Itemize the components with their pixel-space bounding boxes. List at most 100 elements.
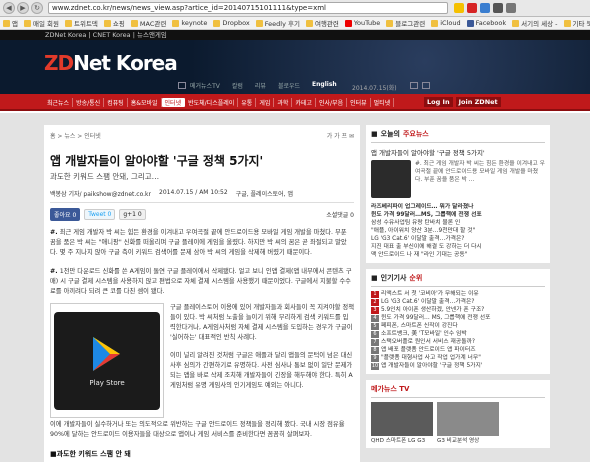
article-paragraph: 이미 널리 알려진 것처럼 구글은 애플과 달리 앱들의 문턱이 넘은 대신 사…: [170, 352, 353, 389]
tv-icon: [178, 82, 186, 89]
highlight-thumbnail[interactable]: [371, 160, 411, 198]
sidebar: ■ 오늘의 주요뉴스 앱 개발자들이 알아야할 '구글 정책 5가지' #. 최근 …: [366, 125, 550, 462]
bookmark-icon: [563, 19, 571, 27]
popular-item[interactable]: 10 앱 개발자들이 알아야할 '구글 정책 5가지': [371, 362, 545, 370]
bookmark-icon: [305, 19, 313, 27]
news-link[interactable]: 라즈베리파이 업그레이드… 뭐가 달라졌나: [371, 203, 545, 211]
nav-item[interactable]: 인사/부음: [316, 98, 348, 107]
news-link[interactable]: 윈도 가격 99달러…MS, 그룹핵에 전쟁 선포: [371, 211, 545, 219]
reload-icon[interactable]: ↻: [31, 2, 43, 14]
popular-item[interactable]: 2 LG 'G3 Cat.6' 이달말 출격…가격은?: [371, 298, 545, 306]
menu-icon[interactable]: [506, 3, 516, 13]
bookmark-item[interactable]: Feedly 후기: [255, 18, 300, 28]
search-icon[interactable]: [410, 82, 418, 89]
clock-icon: ■: [371, 130, 378, 138]
menu-item[interactable]: 리뷰: [255, 81, 266, 90]
clock-icon: ■: [371, 274, 378, 282]
bookmark-item[interactable]: YouTube: [344, 19, 380, 27]
facebook-like-button[interactable]: 좋아요 0: [50, 207, 81, 221]
menu-item-english[interactable]: English: [312, 81, 337, 90]
browser-address-bar: ◀ ▶ ↻ www.zdnet.co.kr/news/news_view.asp…: [0, 0, 590, 17]
bookmark-item[interactable]: 블로그관련: [386, 18, 425, 28]
article-title: 앱 개발자들이 알아야할 '구글 정책 5가지': [50, 154, 264, 168]
highlight-desc: #. 최근 게임 개발자 박 씨는 힘든 환경을 이겨내고 우여곡절 끝에 안드…: [415, 161, 545, 183]
menu-item[interactable]: 칼럼: [232, 81, 243, 90]
rss-icon[interactable]: [422, 82, 430, 89]
nav-item[interactable]: 카테고: [292, 98, 316, 107]
tags[interactable]: 구글, 플레이스토어, 앱: [236, 189, 293, 198]
video-caption[interactable]: QHD 스마트폰 LG G3: [371, 436, 433, 444]
login-button[interactable]: Log In: [424, 97, 453, 107]
section-heading: ■과도한 키워드 스팸 안 돼: [50, 450, 131, 458]
nav-item[interactable]: 방송/통신: [73, 98, 105, 107]
extension-icon[interactable]: [493, 3, 503, 13]
popular-item[interactable]: 6 소프트뱅크, 美 'T모바일' 인수 임박: [371, 330, 545, 338]
author[interactable]: 백봉삼 기자/ paikshow@zdnet.co.kr: [50, 189, 151, 198]
bookmark-item[interactable]: 여행관련: [305, 18, 339, 28]
join-button[interactable]: Join ZDNet: [455, 97, 501, 107]
popular-item[interactable]: 1 리액스트 서 첫 '코비아'가 무해되는 이유: [371, 290, 545, 298]
nav-item[interactable]: 멀티넷: [371, 98, 395, 107]
news-link[interactable]: 지진 대표 출 부신이에 해결 도 강하는 더 다시: [371, 243, 545, 251]
popular-item[interactable]: 5 페피폰, 스마트폰 신작이 강진다: [371, 322, 545, 330]
back-icon[interactable]: ◀: [3, 2, 15, 14]
nav-item[interactable]: 홈&모바일: [128, 98, 162, 107]
nav-item[interactable]: 반도체/디스플레이: [185, 98, 239, 107]
content-area: 홈 > 뉴스 > 인터넷 가 가 프 ✉ 앱 개발자들이 알아야할 '구글 정책…: [0, 113, 590, 462]
bookmark-item[interactable]: keynote: [172, 19, 207, 27]
bookmark-item[interactable]: 앱: [3, 18, 18, 28]
nav-item[interactable]: 인터뷰: [347, 98, 371, 107]
video-thumbnail[interactable]: [371, 402, 433, 436]
bookmark-item[interactable]: 기타 북마크: [563, 18, 590, 28]
bookmark-item[interactable]: MAC관련: [130, 18, 166, 28]
popular-item[interactable]: 4 윈도 가격 99달러… MS, 그룹핵에 전쟁 선포: [371, 314, 545, 322]
bookmark-icon: [3, 19, 10, 27]
forward-icon[interactable]: ▶: [17, 2, 29, 14]
article-tools[interactable]: 가 가 프 ✉: [327, 131, 354, 140]
highlight-title[interactable]: 앱 개발자들이 알아야할 '구글 정책 5가지': [371, 147, 545, 157]
bookmark-item[interactable]: Facebook: [466, 19, 506, 27]
bookmark-item[interactable]: 쇼핑: [103, 18, 125, 28]
bookmark-item[interactable]: 트위트덱: [64, 18, 98, 28]
publish-date: 2014.07.15 / AM 10:52: [159, 189, 228, 196]
nav-item[interactable]: 유통: [238, 98, 257, 107]
extension-icon[interactable]: [467, 3, 477, 13]
popular-item[interactable]: 9 "플랫폼 대형사업 사고 작업 업가계 너무": [371, 354, 545, 362]
video-thumbnail[interactable]: [437, 402, 499, 436]
bookmark-item[interactable]: 서기의 세상 -: [512, 18, 558, 28]
popular-item[interactable]: 7 스택오버플로 원인서 서비스 재공돌까?: [371, 338, 545, 346]
extension-icon[interactable]: [454, 3, 464, 13]
video-caption[interactable]: G3 비교분석 영상: [437, 436, 499, 444]
bookmark-icon: [386, 19, 394, 27]
tweet-button[interactable]: Tweet 0: [84, 208, 116, 220]
site-network-strip[interactable]: ZDNet Korea | CNET Korea | 뉴스앤게임: [0, 30, 590, 40]
extension-icon[interactable]: [480, 3, 490, 13]
popular-item[interactable]: 8앱 배포 플랫폼 안드로이드 앱 파이터즈: [371, 346, 545, 354]
menu-item[interactable]: 블로우드: [278, 81, 300, 90]
bookmark-icon: [213, 19, 221, 27]
news-link[interactable]: 맥 안드로이드 나 재 "라인 기대는 공동": [371, 251, 545, 259]
article-paragraph: #. 최근 게임 개발자 박 씨는 힘든 환경을 이겨내고 우여곡절 끝에 안드…: [50, 229, 347, 256]
article-paragraph: 이에 개발자들이 실수하거나 또는 의도적으로 위반하는 구글 안드로이드 정책…: [50, 421, 345, 438]
header-date: 2014.07.15(화): [352, 85, 397, 92]
nav-item[interactable]: 게임: [256, 98, 275, 107]
nav-item[interactable]: 최근뉴스: [44, 98, 74, 107]
social-comments-count[interactable]: 소셜댓글 0: [326, 210, 354, 219]
news-link[interactable]: LG 'G3 Cat.6' 이달말 출격…가격은?: [371, 235, 545, 243]
site-logo[interactable]: ZDNet Korea: [44, 51, 178, 75]
news-link[interactable]: 삼성 수유사업팀 유랑 탄바치 물론 인: [371, 219, 545, 227]
google-plus-button[interactable]: g+1 0: [119, 208, 146, 220]
bookmark-item[interactable]: 매일 회원: [23, 18, 59, 28]
nav-item-active[interactable]: 인터넷: [161, 98, 186, 107]
popular-item[interactable]: 3 5.9인치 아이폰 생산하겠, 안넨가 폰 구조?: [371, 306, 545, 314]
breadcrumb[interactable]: 홈 > 뉴스 > 인터넷: [50, 131, 101, 140]
news-link[interactable]: "애플, 아이워치 양산 3분…9천만대 할 것": [371, 227, 545, 235]
url-input[interactable]: www.zdnet.co.kr/news/news_view.asp?artic…: [48, 2, 448, 14]
bookmark-item[interactable]: iCloud: [431, 19, 461, 27]
nav-item[interactable]: 컴퓨팅: [104, 98, 128, 107]
play-store-image: Play Store: [54, 311, 160, 410]
menu-item[interactable]: 메거뉴스TV: [190, 81, 220, 90]
bookmark-item[interactable]: Dropbox: [213, 19, 250, 27]
bookmark-icon: [130, 19, 138, 27]
nav-item[interactable]: 과학: [274, 98, 293, 107]
